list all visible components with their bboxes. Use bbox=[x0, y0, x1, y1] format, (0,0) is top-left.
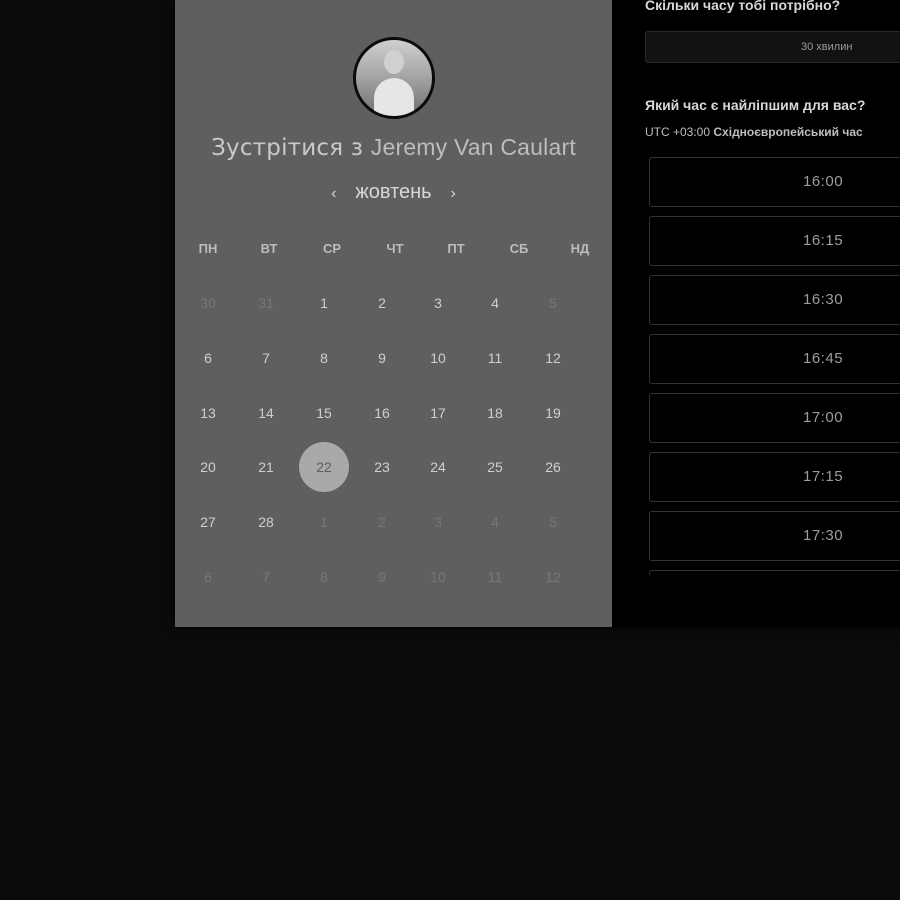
calendar-day[interactable]: 10 bbox=[413, 333, 463, 383]
calendar-day: 9 bbox=[378, 569, 386, 585]
time-slot-button[interactable]: 17:00 bbox=[649, 393, 900, 443]
duration-select[interactable]: 30 хвилин bbox=[645, 31, 900, 63]
calendar-day[interactable]: 6 bbox=[183, 333, 233, 383]
time-slot-button[interactable]: 16:45 bbox=[649, 334, 900, 384]
calendar-day: 2 bbox=[378, 514, 386, 530]
next-month-icon[interactable]: › bbox=[441, 185, 465, 203]
timezone-name: Східноєвропейський час bbox=[713, 125, 863, 139]
weekday-label: ПТ bbox=[447, 241, 465, 256]
time-slot-button[interactable]: 17:30 bbox=[649, 511, 900, 561]
calendar-day[interactable]: 25 bbox=[470, 442, 520, 492]
avatar-body-shape bbox=[374, 78, 414, 116]
host-name: Jeremy Van Caulart bbox=[370, 134, 576, 160]
calendar-day: 8 bbox=[320, 569, 328, 585]
calendar-day[interactable]: 2 bbox=[357, 278, 407, 328]
time-question: Який час є найліпшим для вас? bbox=[645, 97, 866, 113]
weekday-label: СР bbox=[322, 241, 342, 256]
calendar-day: 1 bbox=[320, 514, 328, 530]
calendar-day: 6 bbox=[204, 569, 212, 585]
timezone-offset: UTC +03:00 bbox=[645, 125, 711, 139]
weekday-label: НД bbox=[570, 241, 590, 256]
calendar-day[interactable]: 4 bbox=[470, 278, 520, 328]
weekday-label: СБ bbox=[509, 241, 529, 256]
calendar-day[interactable]: 8 bbox=[299, 333, 349, 383]
booking-modal: Зустрітися з Jeremy Van Caulart ‹ жовтен… bbox=[175, 0, 900, 627]
time-slot-list[interactable]: 16:00 16:15 16:30 16:45 17:00 17:15 17:30 17:45 bbox=[649, 157, 900, 575]
current-month: жовтень bbox=[355, 181, 432, 203]
calendar-day[interactable]: 16 bbox=[357, 388, 407, 438]
avatar-head-shape bbox=[384, 50, 404, 74]
prev-month-icon[interactable]: ‹ bbox=[322, 185, 346, 203]
calendar-day[interactable]: 14 bbox=[241, 388, 291, 438]
time-slot-button[interactable]: 16:00 bbox=[649, 157, 900, 207]
calendar-day[interactable]: 9 bbox=[357, 333, 407, 383]
time-selection-panel: Скільки часу тобі потрібно? 30 хвилин Як… bbox=[612, 0, 900, 627]
calendar-panel: Зустрітися з Jeremy Van Caulart ‹ жовтен… bbox=[175, 0, 612, 627]
duration-question: Скільки часу тобі потрібно? bbox=[645, 0, 841, 13]
calendar-day[interactable]: 27 bbox=[183, 497, 233, 547]
calendar-day[interactable]: 28 bbox=[241, 497, 291, 547]
meeting-title-prefix: Зустрітися з bbox=[211, 135, 364, 161]
calendar-day: 3 bbox=[434, 514, 442, 530]
calendar-day: 31 bbox=[258, 295, 274, 311]
calendar-day[interactable]: 13 bbox=[183, 388, 233, 438]
weekday-label: ПН bbox=[198, 241, 218, 256]
time-slot-button[interactable]: 16:30 bbox=[649, 275, 900, 325]
calendar-day[interactable]: 11 bbox=[470, 333, 520, 383]
calendar-day[interactable]: 12 bbox=[528, 333, 578, 383]
calendar-day: 30 bbox=[200, 295, 216, 311]
calendar-day[interactable]: 17 bbox=[413, 388, 463, 438]
calendar-day[interactable]: 19 bbox=[528, 388, 578, 438]
calendar-day[interactable]: 18 bbox=[470, 388, 520, 438]
calendar-day: 4 bbox=[491, 514, 499, 530]
calendar-day[interactable]: 20 bbox=[183, 442, 233, 492]
time-slot-button[interactable]: 17:15 bbox=[649, 452, 900, 502]
timezone-label[interactable]: UTC +03:00 Східноєвропейський час bbox=[645, 125, 863, 139]
calendar-day: 5 bbox=[549, 295, 557, 311]
host-avatar bbox=[353, 37, 435, 119]
calendar-day[interactable]: 23 bbox=[357, 442, 407, 492]
calendar-day-selected[interactable]: 22 bbox=[299, 442, 349, 492]
weekday-label: ЧТ bbox=[386, 241, 404, 256]
calendar-day[interactable]: 7 bbox=[241, 333, 291, 383]
month-navigation: ‹ жовтень › bbox=[175, 181, 612, 204]
calendar-day[interactable]: 1 bbox=[299, 278, 349, 328]
calendar-day: 5 bbox=[549, 514, 557, 530]
calendar-day[interactable]: 21 bbox=[241, 442, 291, 492]
calendar-day: 10 bbox=[430, 569, 446, 585]
weekday-label: ВТ bbox=[260, 241, 278, 256]
calendar-day[interactable]: 15 bbox=[299, 388, 349, 438]
time-slot-button[interactable]: 17:45 bbox=[649, 570, 900, 575]
time-slot-button[interactable]: 16:15 bbox=[649, 216, 900, 266]
calendar-day: 11 bbox=[487, 569, 503, 585]
calendar-day[interactable]: 24 bbox=[413, 442, 463, 492]
calendar-day: 12 bbox=[545, 569, 561, 585]
calendar-day[interactable]: 26 bbox=[528, 442, 578, 492]
calendar-day: 7 bbox=[262, 569, 270, 585]
calendar-day[interactable]: 3 bbox=[413, 278, 463, 328]
meeting-title: Зустрітися з Jeremy Van Caulart bbox=[175, 134, 612, 161]
